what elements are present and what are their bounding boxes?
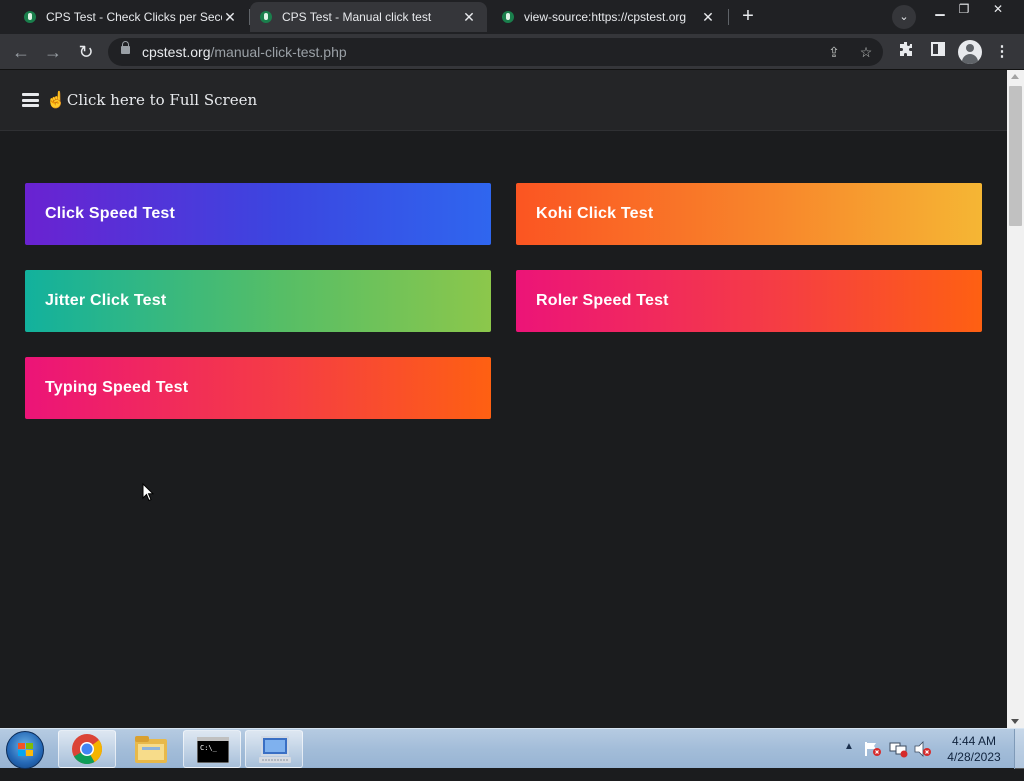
site-header: ☝ Click here to Full Screen	[0, 70, 1007, 131]
network-icon[interactable]	[889, 741, 909, 758]
remote-desktop-icon	[259, 736, 291, 763]
browser-toolbar: ← → ↻ cpstest.org/manual-click-test.php …	[0, 34, 1024, 70]
taskbar-chrome[interactable]	[58, 730, 116, 768]
tab-title: CPS Test - Check Clicks per Secon	[46, 10, 222, 24]
mouse-cursor-icon	[142, 483, 154, 502]
tab-cps-test-check[interactable]: CPS Test - Check Clicks per Secon ✕	[14, 2, 248, 32]
new-tab-icon[interactable]: +	[737, 5, 759, 27]
cpstest-favicon-icon	[260, 11, 272, 23]
show-desktop-button[interactable]	[1014, 729, 1024, 769]
start-button[interactable]	[6, 731, 44, 769]
roler-speed-test-button[interactable]: Roler Speed Test	[516, 270, 982, 332]
taskbar-command-prompt[interactable]: C:\_	[183, 730, 241, 768]
click-speed-test-button[interactable]: Click Speed Test	[25, 183, 491, 245]
clock-time: 4:44 AM	[951, 734, 997, 748]
pointing-hand-icon: ☝	[46, 90, 66, 109]
tile-label: Jitter Click Test	[45, 292, 167, 309]
restore-icon[interactable]: ❐	[952, 0, 976, 18]
scroll-thumb[interactable]	[1009, 86, 1022, 226]
lock-icon[interactable]	[121, 41, 130, 54]
url-path: /manual-click-test.php	[210, 44, 347, 60]
jitter-click-test-button[interactable]: Jitter Click Test	[25, 270, 491, 332]
side-panel-icon[interactable]	[927, 41, 949, 63]
volume-muted-icon[interactable]	[914, 741, 932, 757]
tile-label: Typing Speed Test	[45, 379, 189, 396]
action-center-flag-icon[interactable]	[864, 741, 882, 757]
typing-speed-test-button[interactable]: Typing Speed Test	[25, 357, 491, 419]
scroll-up-arrow-icon[interactable]	[1011, 74, 1019, 79]
kohi-click-test-button[interactable]: Kohi Click Test	[516, 183, 982, 245]
tab-title: view-source:https://cpstest.org	[524, 10, 687, 24]
tile-label: Kohi Click Test	[536, 205, 654, 222]
windows-taskbar: C:\_ ▲ 4:44 AM 4/28/2023	[0, 728, 1024, 769]
back-icon[interactable]: ←	[9, 40, 33, 64]
url-domain: cpstest.org	[142, 44, 211, 60]
tab-title: CPS Test - Manual click test	[282, 10, 432, 24]
tile-label: Roler Speed Test	[536, 292, 669, 309]
close-window-icon[interactable]: ✕	[984, 0, 1012, 18]
web-content: ☝ Click here to Full Screen Click Speed …	[0, 70, 1007, 728]
cpstest-favicon-icon	[502, 11, 514, 23]
show-hidden-icons-icon[interactable]: ▲	[844, 741, 854, 781]
svg-text:C:\_: C:\_	[200, 744, 218, 752]
clock-date: 4/28/2023	[947, 750, 1001, 764]
share-icon[interactable]: ⇪	[825, 43, 843, 61]
taskbar-remote-desktop[interactable]	[245, 730, 303, 768]
page-scrollbar[interactable]	[1007, 70, 1024, 728]
tab-view-source[interactable]: view-source:https://cpstest.org ✕	[492, 2, 726, 32]
scroll-down-arrow-icon[interactable]	[1011, 719, 1019, 724]
tab-divider	[728, 9, 729, 25]
star-icon[interactable]: ☆	[857, 43, 875, 61]
cpstest-favicon-icon	[24, 11, 36, 23]
tab-manual-click-test[interactable]: CPS Test - Manual click test ✕	[250, 2, 487, 32]
chrome-icon	[72, 734, 102, 765]
hamburger-menu-icon[interactable]	[22, 93, 39, 107]
close-tab-icon[interactable]: ✕	[461, 9, 477, 26]
windows-logo-icon	[18, 743, 33, 757]
tab-search-chevron-icon[interactable]: ⌄	[892, 5, 916, 29]
forward-icon[interactable]: →	[41, 40, 65, 64]
taskbar-file-explorer[interactable]	[121, 730, 179, 768]
minimize-icon[interactable]: ▁	[928, 0, 952, 18]
url-text[interactable]: cpstest.org/manual-click-test.php	[142, 44, 347, 60]
file-explorer-icon	[135, 736, 167, 763]
tab-strip: CPS Test - Check Clicks per Secon ✕ CPS …	[0, 0, 1024, 34]
fullscreen-link[interactable]: ☝ Click here to Full Screen	[46, 90, 257, 109]
tile-label: Click Speed Test	[45, 205, 176, 222]
command-prompt-icon: C:\_	[197, 737, 229, 763]
fullscreen-label: Click here to Full Screen	[66, 90, 258, 109]
close-tab-icon[interactable]: ✕	[700, 9, 716, 26]
extensions-icon[interactable]	[895, 41, 917, 63]
profile-icon[interactable]	[958, 40, 982, 64]
address-bar[interactable]: cpstest.org/manual-click-test.php ⇪ ☆	[108, 38, 883, 66]
reload-icon[interactable]: ↻	[74, 40, 98, 64]
menu-icon[interactable]: ⋮	[992, 41, 1012, 63]
close-tab-icon[interactable]: ✕	[222, 9, 238, 26]
system-clock[interactable]: 4:44 AM 4/28/2023	[940, 733, 1008, 765]
